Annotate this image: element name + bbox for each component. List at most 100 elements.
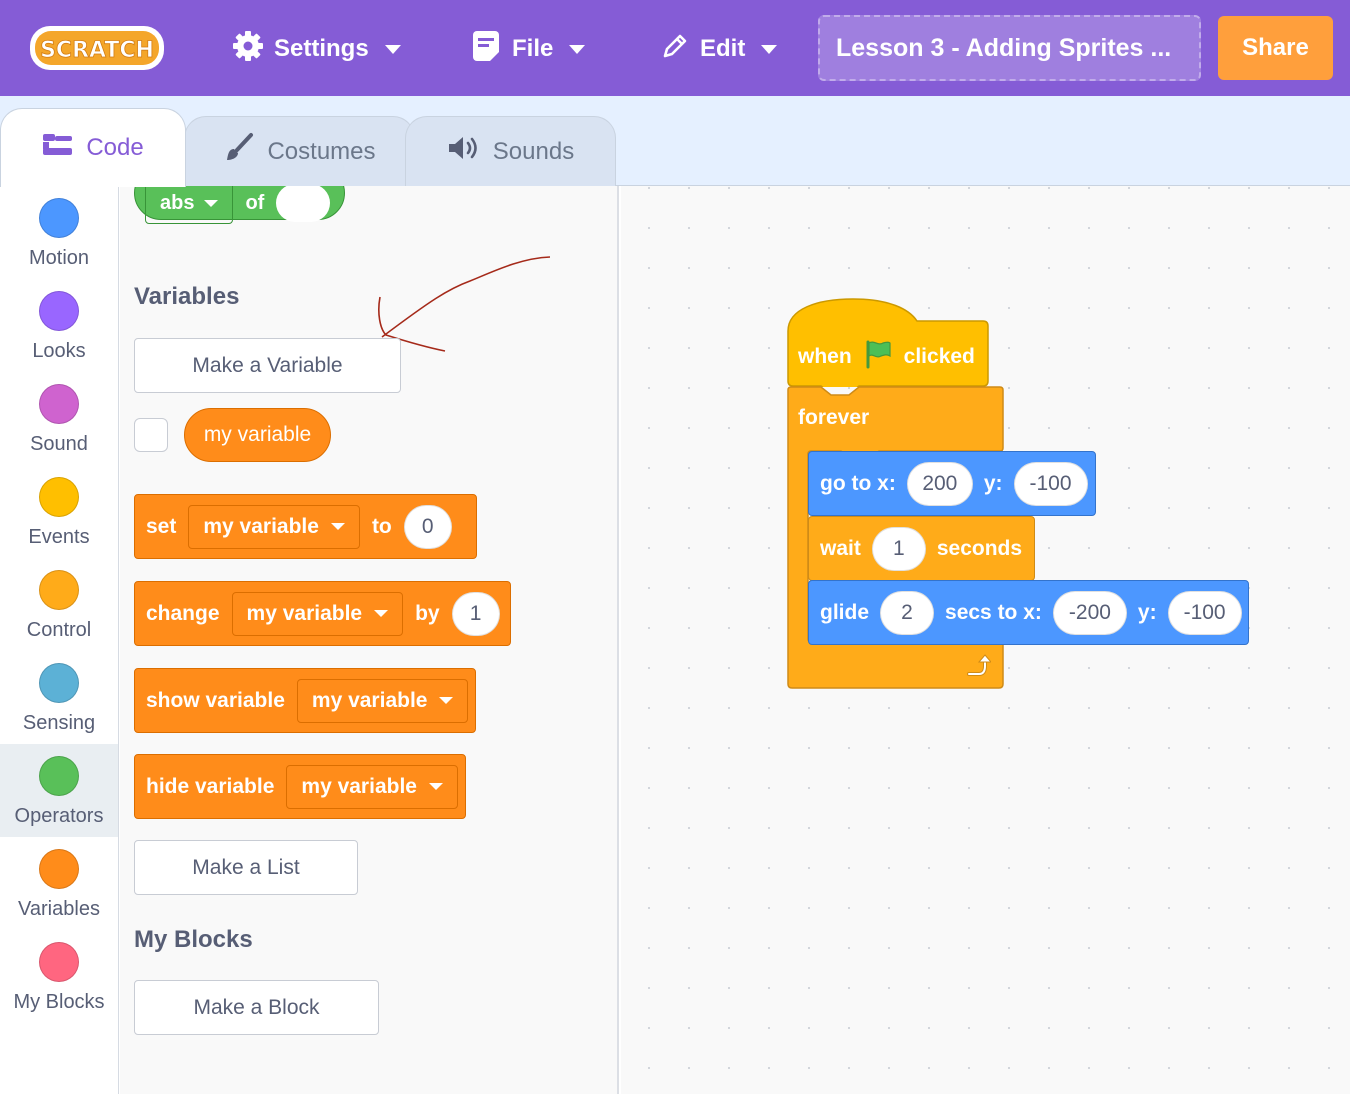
tab-costumes[interactable]: Costumes	[184, 116, 415, 186]
category-label: Looks	[32, 340, 86, 362]
of-label: of	[245, 191, 265, 214]
variable-dropdown[interactable]: my variable	[188, 504, 360, 549]
editor-tabs: Code Costumes Sounds	[0, 96, 1350, 187]
glide-y-input[interactable]: -100	[1167, 590, 1242, 635]
chevron-down-icon	[569, 44, 586, 54]
forever-label: forever	[798, 406, 870, 429]
my-blocks-heading: My Blocks	[134, 926, 253, 953]
glide-secs-input[interactable]: 2	[880, 590, 935, 635]
wait-block[interactable]: wait 1 seconds	[808, 516, 1035, 581]
variable-dropdown[interactable]: my variable	[231, 591, 404, 636]
share-button[interactable]: Share	[1218, 16, 1333, 80]
make-block-button[interactable]: Make a Block	[134, 980, 379, 1035]
variable-dropdown-label: my variable	[301, 774, 417, 798]
motion-color-dot	[39, 198, 79, 238]
code-icon	[42, 133, 74, 164]
variable-checkbox[interactable]	[134, 418, 168, 452]
category-my-blocks[interactable]: My Blocks	[0, 930, 118, 1023]
show-variable-block[interactable]: show variable my variable	[134, 668, 476, 733]
caret-down-icon	[439, 697, 454, 704]
glide-x-input[interactable]: -200	[1052, 590, 1127, 635]
show-variable-label: show variable	[146, 688, 285, 712]
secs-to-x-label: secs to x:	[945, 600, 1042, 624]
category-events[interactable]: Events	[0, 465, 118, 558]
category-label: Sensing	[22, 712, 96, 734]
hide-variable-label: hide variable	[146, 774, 275, 798]
settings-label: Settings	[274, 35, 369, 62]
brush-icon	[223, 132, 255, 171]
operators-color-dot	[39, 756, 79, 796]
make-list-button[interactable]: Make a List	[134, 840, 358, 895]
set-value-input[interactable]: 0	[403, 504, 452, 549]
x-input[interactable]: 200	[906, 461, 973, 506]
y-label: y:	[1137, 600, 1157, 624]
abs-dropdown[interactable]: abs	[145, 186, 234, 224]
caret-down-icon	[428, 783, 443, 790]
chevron-down-icon	[384, 44, 401, 54]
glide-label: glide	[820, 600, 870, 624]
to-label: to	[371, 514, 392, 538]
abs-input[interactable]	[276, 186, 331, 222]
script-area[interactable]: when clicked forever go to x: 200 y: -10…	[621, 186, 1350, 1094]
when-label: when	[798, 345, 852, 368]
change-label: change	[146, 601, 220, 625]
category-variables[interactable]: Variables	[0, 837, 118, 930]
looks-color-dot	[39, 291, 79, 331]
variable-dropdown[interactable]: my variable	[296, 678, 469, 723]
set-variable-block[interactable]: set my variable to 0	[134, 494, 477, 559]
wait-seconds-input[interactable]: 1	[871, 526, 926, 571]
block-palette: abs of Variables Make a Variable my vari…	[120, 186, 619, 1094]
go-to-xy-block[interactable]: go to x: 200 y: -100	[808, 451, 1096, 516]
sound-color-dot	[39, 384, 79, 424]
settings-menu[interactable]: Settings	[232, 28, 401, 70]
tab-code[interactable]: Code	[0, 108, 186, 187]
pencil-icon	[660, 31, 690, 68]
green-flag-icon	[863, 339, 893, 375]
clicked-label: clicked	[903, 345, 975, 368]
my-blocks-color-dot	[39, 942, 79, 982]
category-motion[interactable]: Motion	[0, 186, 118, 279]
category-sound[interactable]: Sound	[0, 372, 118, 465]
tab-sounds-label: Sounds	[492, 137, 575, 165]
scratch-logo[interactable]: SCRATCH	[28, 22, 166, 74]
hide-variable-block[interactable]: hide variable my variable	[134, 754, 466, 819]
logo-text: SCRATCH	[40, 38, 154, 63]
y-label: y:	[983, 471, 1003, 495]
my-variable-reporter[interactable]: my variable	[184, 408, 331, 462]
abs-dropdown-label: abs	[160, 191, 195, 214]
change-variable-block[interactable]: change my variable by 1	[134, 581, 511, 646]
category-label: Motion	[28, 247, 90, 269]
when-flag-clicked-block[interactable]: when clicked	[787, 297, 989, 387]
variable-dropdown-label: my variable	[311, 688, 428, 712]
abs-of-block[interactable]: abs of	[134, 186, 345, 224]
category-label: Events	[28, 526, 90, 548]
caret-down-icon	[204, 199, 219, 207]
variables-color-dot	[39, 849, 79, 889]
variable-dropdown-label: my variable	[246, 601, 363, 625]
category-label: Variables	[18, 898, 100, 920]
change-value-input[interactable]: 1	[451, 591, 500, 636]
glide-block[interactable]: glide 2 secs to x: -200 y: -100	[808, 580, 1249, 645]
project-title-input[interactable]: Lesson 3 - Adding Sprites ...	[818, 15, 1201, 81]
file-menu[interactable]: File	[470, 28, 586, 70]
file-label: File	[512, 35, 554, 62]
category-sensing[interactable]: Sensing	[0, 651, 118, 744]
category-looks[interactable]: Looks	[0, 279, 118, 372]
category-label: Control	[26, 619, 92, 641]
tab-code-label: Code	[86, 134, 144, 161]
loop-arrow-icon	[965, 654, 993, 683]
tab-sounds[interactable]: Sounds	[405, 116, 616, 186]
category-control[interactable]: Control	[0, 558, 118, 651]
category-label: Sound	[30, 433, 88, 455]
control-color-dot	[39, 570, 79, 610]
make-variable-button[interactable]: Make a Variable	[134, 338, 401, 393]
variable-dropdown[interactable]: my variable	[286, 764, 458, 809]
variable-dropdown-label: my variable	[203, 514, 319, 538]
category-operators[interactable]: Operators	[0, 744, 118, 837]
tab-costumes-label: Costumes	[267, 137, 376, 165]
edit-menu[interactable]: Edit	[660, 28, 778, 70]
y-input[interactable]: -100	[1013, 461, 1088, 506]
go-to-label: go to x:	[820, 471, 896, 495]
file-icon	[470, 29, 502, 70]
menu-bar: SCRATCH Settings File Edit Lesson 3 - Ad…	[0, 0, 1350, 96]
